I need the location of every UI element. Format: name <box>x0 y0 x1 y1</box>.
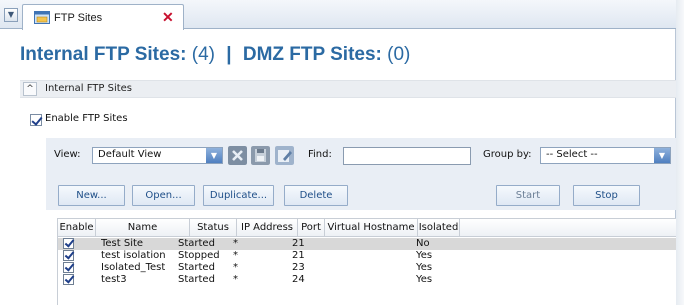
start-button[interactable]: Start <box>496 185 560 206</box>
table-row[interactable]: test isolation Stopped * 21 Yes <box>58 250 677 262</box>
table-row[interactable]: Test Site Started * 21 No <box>58 238 677 250</box>
duplicate-button[interactable]: Duplicate... <box>203 185 274 206</box>
internal-sites-count: (4) <box>191 44 215 65</box>
close-tab-icon[interactable]: ✕ <box>162 8 174 26</box>
delete-view-icon[interactable] <box>228 146 247 165</box>
group-by-select-value: -- Select -- <box>546 149 598 160</box>
column-header-virtual-hostname[interactable]: Virtual Hostname <box>325 219 418 237</box>
cell-isolated: Yes <box>416 262 433 273</box>
column-header-ip-address[interactable]: IP Address <box>237 219 298 237</box>
title-separator: | <box>226 44 232 65</box>
enable-ftp-sites-label: Enable FTP Sites <box>45 113 128 124</box>
dmz-sites-count: (0) <box>387 44 411 65</box>
cell-status: Started <box>178 274 215 285</box>
column-header-name[interactable]: Name <box>96 219 190 237</box>
cell-port: 21 <box>292 250 305 261</box>
tab-ftp-sites[interactable]: FTP Sites ✕ <box>22 4 184 30</box>
ftp-sites-window: ▼ FTP Sites ✕ Internal FTP Sites: (4) | … <box>0 0 677 305</box>
view-select[interactable]: Default View ▼ <box>92 147 223 164</box>
cell-name: test3 <box>101 274 127 285</box>
internal-sites-link[interactable]: Internal FTP Sites: <box>20 44 186 65</box>
column-header-port[interactable]: Port <box>298 219 325 237</box>
cell-name: test isolation <box>101 250 166 261</box>
table-header: Enable Name Status IP Address Port Virtu… <box>58 219 677 237</box>
cell-isolated: Yes <box>416 274 433 285</box>
enable-ftp-sites-row: Enable FTP Sites <box>30 113 128 127</box>
row-enable-checkbox[interactable] <box>63 238 74 249</box>
save-view-icon[interactable] <box>251 146 270 165</box>
enable-ftp-sites-checkbox[interactable] <box>30 114 42 126</box>
section-label: Internal FTP Sites <box>45 83 133 94</box>
cell-port: 23 <box>292 262 305 273</box>
row-enable-checkbox[interactable] <box>63 262 74 273</box>
group-by-label: Group by: <box>483 149 532 160</box>
delete-button[interactable]: Delete <box>284 185 348 206</box>
tab-list-dropdown-icon[interactable]: ▼ <box>4 8 18 22</box>
cell-ip-address: * <box>233 238 238 249</box>
column-header-status[interactable]: Status <box>190 219 237 237</box>
view-select-value: Default View <box>98 149 162 160</box>
row-enable-checkbox[interactable] <box>63 274 74 285</box>
chevron-down-icon: ▼ <box>654 148 670 163</box>
new-button[interactable]: New... <box>58 185 125 206</box>
dmz-sites-link[interactable]: DMZ FTP Sites: <box>243 44 382 65</box>
window-edge <box>676 0 684 305</box>
edit-view-icon[interactable] <box>275 146 294 165</box>
table-row[interactable]: Isolated_Test Started * 23 Yes <box>58 262 677 274</box>
column-header-enable[interactable]: Enable <box>58 219 96 237</box>
tab-label: FTP Sites <box>54 12 103 24</box>
cell-isolated: No <box>416 238 430 249</box>
column-header-isolated[interactable]: Isolated <box>418 219 460 237</box>
cell-port: 21 <box>292 238 305 249</box>
cell-name: Isolated_Test <box>101 262 166 273</box>
ftp-sites-icon <box>34 11 50 24</box>
cell-port: 24 <box>292 274 305 285</box>
table-row[interactable]: test3 Started * 24 Yes <box>58 274 677 286</box>
internal-ftp-sites-section-header[interactable]: ^ Internal FTP Sites <box>20 80 676 98</box>
find-label: Find: <box>308 149 332 160</box>
page-title: Internal FTP Sites: (4) | DMZ FTP Sites:… <box>20 44 410 66</box>
stop-button[interactable]: Stop <box>573 185 640 206</box>
cell-ip-address: * <box>233 262 238 273</box>
tab-bar: ▼ FTP Sites ✕ <box>0 0 676 30</box>
cell-status: Started <box>178 262 215 273</box>
open-button[interactable]: Open... <box>132 185 195 206</box>
cell-isolated: Yes <box>416 250 433 261</box>
row-enable-checkbox[interactable] <box>63 250 74 261</box>
find-input[interactable] <box>343 147 471 165</box>
ftp-sites-table: Enable Name Status IP Address Port Virtu… <box>57 218 677 305</box>
cell-ip-address: * <box>233 274 238 285</box>
view-label: View: <box>54 149 81 160</box>
cell-status: Stopped <box>178 250 220 261</box>
group-by-select[interactable]: -- Select -- ▼ <box>540 147 671 164</box>
cell-ip-address: * <box>233 250 238 261</box>
cell-status: Started <box>178 238 215 249</box>
cell-name: Test Site <box>101 238 144 249</box>
collapse-section-icon[interactable]: ^ <box>23 82 37 96</box>
chevron-down-icon: ▼ <box>206 148 222 163</box>
